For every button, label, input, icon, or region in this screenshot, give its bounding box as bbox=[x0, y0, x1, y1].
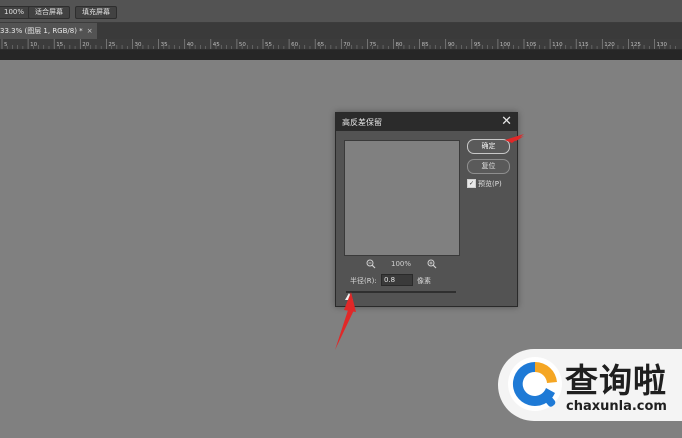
ruler-label: 80 bbox=[396, 42, 403, 48]
radius-input[interactable]: 0.8 bbox=[381, 274, 413, 286]
tab-close-icon[interactable]: × bbox=[87, 27, 93, 35]
ruler-label: 45 bbox=[213, 42, 220, 48]
filter-preview[interactable] bbox=[344, 140, 460, 256]
watermark-brand: 查询啦 bbox=[565, 361, 667, 400]
ruler-label: 85 bbox=[422, 42, 429, 48]
reset-button[interactable]: 复位 bbox=[467, 159, 510, 174]
ruler-label: 35 bbox=[161, 42, 168, 48]
radius-label: 半径(R): bbox=[350, 277, 377, 285]
ruler-label: 5 bbox=[4, 42, 8, 48]
zoom-100-button[interactable]: 100% bbox=[0, 6, 32, 19]
ruler-label: 100 bbox=[500, 42, 511, 48]
fit-screen-button[interactable]: 适合屏幕 bbox=[28, 6, 70, 19]
options-bar: 100% 适合屏幕 填充屏幕 bbox=[0, 0, 682, 23]
high-pass-dialog: 高反差保留 ✕ 100% 半径(R): 0.8 像素 确定 复位 ✓ 预览(P) bbox=[335, 112, 518, 307]
horizontal-ruler: 5 10 15 20 25 30 35 40 45 50 55 60 65 70 75 80 85 90 95 100… bbox=[0, 39, 682, 50]
fill-screen-button[interactable]: 填充屏幕 bbox=[75, 6, 117, 19]
radius-slider-track[interactable] bbox=[346, 291, 456, 293]
document-tab-title: 33.3% (图层 1, RGB/8) * bbox=[0, 27, 83, 35]
ruler-label: 90 bbox=[448, 42, 455, 48]
radius-unit: 像素 bbox=[417, 277, 431, 285]
ruler-label: 15 bbox=[56, 42, 63, 48]
ruler-label: 40 bbox=[187, 42, 194, 48]
ruler-label: 25 bbox=[108, 42, 115, 48]
ruler-label: 50 bbox=[239, 42, 246, 48]
preview-checkbox-label: 预览(P) bbox=[478, 180, 502, 188]
watermark-url: chaxunla.com bbox=[566, 399, 667, 414]
dialog-title-bar[interactable]: 高反差保留 ✕ bbox=[336, 113, 517, 131]
radius-slider-thumb[interactable] bbox=[345, 293, 353, 300]
ruler-label: 75 bbox=[369, 42, 376, 48]
ruler-label: 110 bbox=[552, 42, 563, 48]
ruler-label: 20 bbox=[82, 42, 89, 48]
close-icon[interactable]: ✕ bbox=[501, 114, 512, 129]
ruler-label: 70 bbox=[343, 42, 350, 48]
ruler-label: 65 bbox=[317, 42, 324, 48]
zoom-out-icon[interactable] bbox=[366, 259, 376, 272]
ruler-label: 95 bbox=[474, 42, 481, 48]
document-tab[interactable]: 33.3% (图层 1, RGB/8) * × bbox=[0, 23, 97, 39]
ruler-label: 130 bbox=[657, 42, 668, 48]
ok-button[interactable]: 确定 bbox=[467, 139, 510, 154]
document-tab-bar: 33.3% (图层 1, RGB/8) * × bbox=[0, 23, 682, 39]
ruler-label: 60 bbox=[291, 42, 298, 48]
zoom-level: 100% bbox=[391, 260, 412, 268]
ruler-label: 105 bbox=[526, 42, 537, 48]
dialog-title: 高反差保留 bbox=[342, 118, 382, 127]
ruler-label: 10 bbox=[30, 42, 37, 48]
ruler-ticks: 5 10 15 20 25 30 35 40 45 50 55 60 65 70 75 80 85 90 95 100… bbox=[1, 39, 676, 49]
ruler-label: 125 bbox=[630, 42, 641, 48]
ruler-label: 30 bbox=[135, 42, 142, 48]
zoom-in-icon[interactable] bbox=[427, 259, 437, 272]
ruler-shadow bbox=[0, 50, 682, 60]
preview-checkbox[interactable]: ✓ bbox=[467, 179, 476, 188]
ruler-label: 55 bbox=[265, 42, 272, 48]
ruler-label: 120 bbox=[604, 42, 615, 48]
magnifier-logo-icon bbox=[508, 357, 562, 411]
ruler-label: 115 bbox=[578, 42, 589, 48]
